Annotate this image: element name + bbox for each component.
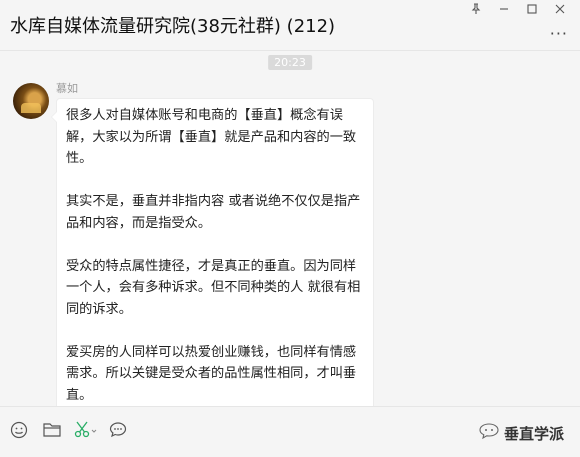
- message-timestamp: 20:23: [268, 55, 312, 70]
- minimize-icon[interactable]: [490, 0, 518, 18]
- pin-icon[interactable]: [462, 0, 490, 18]
- chat-area: 20:23 慕如 很多人对自媒体账号和电商的【垂直】概念有误解，大家以为所谓【垂…: [0, 51, 580, 415]
- message-paragraph: 其实不是，垂直并非指内容 或者说绝不仅仅是指产品和内容，而是指受众。: [66, 194, 361, 231]
- more-icon[interactable]: ···: [550, 24, 568, 43]
- avatar[interactable]: [13, 83, 49, 119]
- message-bubble[interactable]: 很多人对自媒体账号和电商的【垂直】概念有误解，大家以为所谓【垂直】就是产品和内容…: [51, 98, 374, 415]
- message-paragraph: 很多人对自媒体账号和电商的【垂直】概念有误解，大家以为所谓【垂直】就是产品和内容…: [66, 108, 357, 166]
- maximize-icon[interactable]: [518, 0, 546, 18]
- input-toolbar: 垂直学派: [0, 406, 580, 457]
- window-controls: [462, 0, 574, 18]
- close-icon[interactable]: [546, 0, 574, 18]
- emoji-icon[interactable]: [8, 419, 30, 441]
- chat-title: 水库自媒体流量研究院(38元社群) (212): [10, 16, 336, 37]
- scissors-icon[interactable]: [73, 419, 99, 441]
- chat-bubble-icon[interactable]: [107, 419, 129, 441]
- watermark: 垂直学派: [478, 422, 564, 444]
- sender-name: 慕如: [56, 82, 78, 95]
- watermark-logo-icon: [478, 422, 500, 444]
- message-paragraph: 受众的特点属性捷径，才是真正的垂直。因为同样一个人，会有多种诉求。但不同种类的人…: [66, 258, 361, 317]
- watermark-text: 垂直学派: [503, 424, 564, 443]
- title-bar: 水库自媒体流量研究院(38元社群) (212) ···: [0, 0, 580, 51]
- message-paragraph: 爱买房的人同样可以热爱创业赚钱，也同样有情感需求。所以关键是受众者的品性属性相同…: [66, 344, 357, 403]
- folder-icon[interactable]: [41, 419, 63, 441]
